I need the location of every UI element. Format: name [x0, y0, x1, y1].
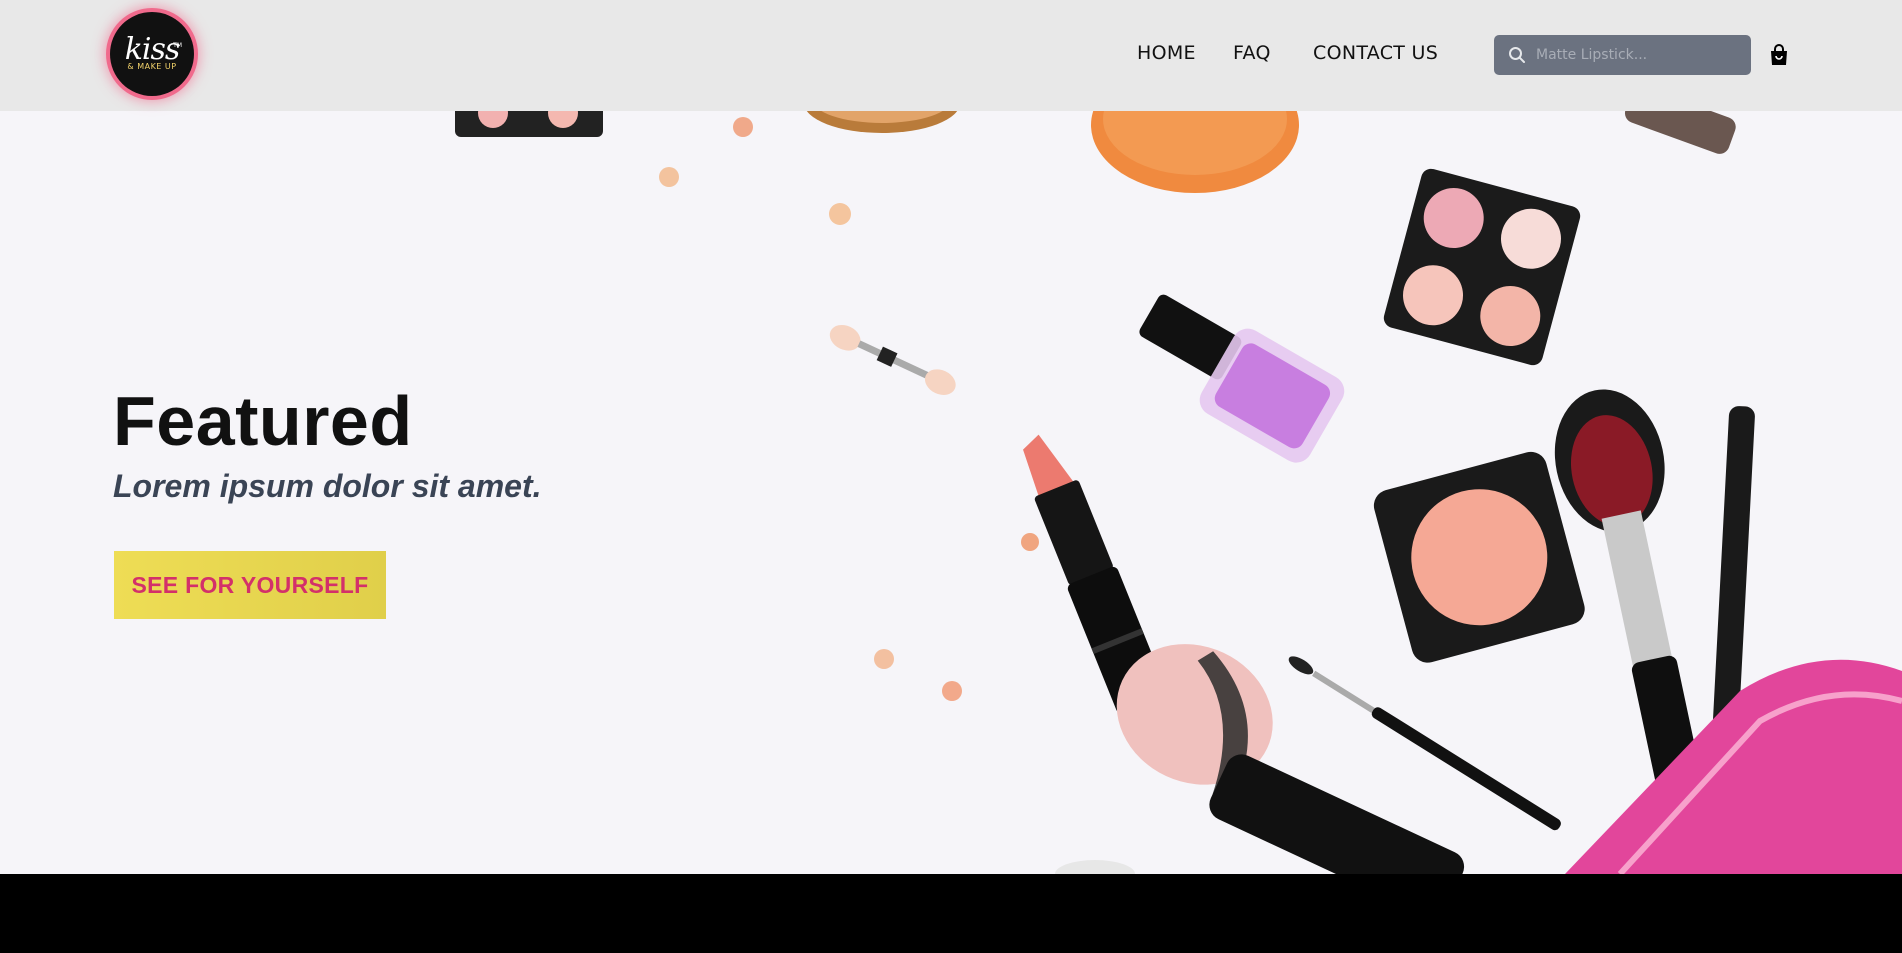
brand-logo[interactable]: kiss & MAKE UP TM	[110, 12, 194, 96]
logo-script-text: kiss	[124, 32, 181, 67]
footer-section	[0, 874, 1902, 953]
search-input[interactable]	[1536, 47, 1746, 63]
search-icon	[1509, 47, 1525, 63]
hero-subtitle: Lorem ipsum dolor sit amet.	[113, 468, 542, 504]
logo-subtitle: & MAKE UP	[127, 62, 177, 71]
see-for-yourself-button[interactable]: SEE FOR YOURSELF	[114, 551, 386, 619]
site-header: kiss & MAKE UP TM HOME FAQ CONTACT US	[0, 0, 1902, 111]
search-bar[interactable]	[1494, 35, 1751, 75]
hero-title: Featured	[113, 382, 413, 460]
shopping-bag-icon[interactable]	[1769, 44, 1789, 66]
nav-contact-link[interactable]: CONTACT US	[1313, 42, 1438, 64]
logo-trademark: TM	[173, 42, 182, 49]
hero-banner: Featured Lorem ipsum dolor sit amet. SEE…	[0, 111, 1902, 874]
nav-home-link[interactable]: HOME	[1137, 42, 1196, 64]
nav-faq-link[interactable]: FAQ	[1233, 42, 1271, 64]
